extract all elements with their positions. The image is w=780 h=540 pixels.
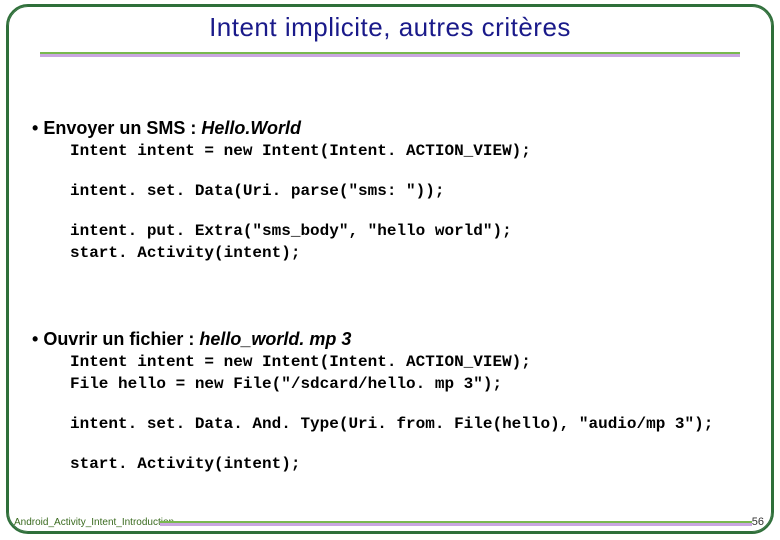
code-2-gap-1: [32, 394, 748, 412]
code-2-line-5: start. Activity(intent);: [70, 454, 748, 474]
code-2-gap-2: [32, 434, 748, 452]
code-1-line-5: start. Activity(intent);: [70, 243, 748, 263]
code-2-line-1: File hello = new File("/sdcard/hello. mp…: [70, 374, 748, 394]
code-2-line-3: intent. set. Data. And. Type(Uri. from. …: [70, 414, 748, 434]
bullet-2: Ouvrir un fichier : hello_world. mp 3: [32, 329, 748, 350]
page-number: 56: [752, 516, 764, 528]
bullet-1-suffix: Hello.World: [201, 118, 301, 138]
slide-title: Intent implicite, autres critères: [209, 12, 571, 42]
code-1-line-4: intent. put. Extra("sms_body", "hello wo…: [70, 221, 748, 241]
footer-label: Android_Activity_Intent_Introduction: [14, 517, 174, 528]
content-area: Envoyer un SMS : Hello.World Intent inte…: [32, 100, 748, 498]
code-2-line-0: Intent intent = new Intent(Intent. ACTIO…: [70, 352, 748, 372]
title-underline: [40, 52, 740, 57]
code-1-line-2: intent. set. Data(Uri. parse("sms: "));: [70, 181, 748, 201]
bullet-2-text: Ouvrir un fichier :: [43, 329, 199, 349]
title-wrap: Intent implicite, autres critères: [0, 12, 780, 43]
code-1-gap-1: [32, 161, 748, 179]
bullet-1: Envoyer un SMS : Hello.World: [32, 118, 748, 139]
bullet-1-text: Envoyer un SMS :: [43, 118, 201, 138]
section-gap: [32, 263, 748, 311]
footer-underline: [160, 521, 752, 526]
bullet-2-suffix: hello_world. mp 3: [199, 329, 351, 349]
code-1-line-0: Intent intent = new Intent(Intent. ACTIO…: [70, 141, 748, 161]
code-1-gap-2: [32, 201, 748, 219]
